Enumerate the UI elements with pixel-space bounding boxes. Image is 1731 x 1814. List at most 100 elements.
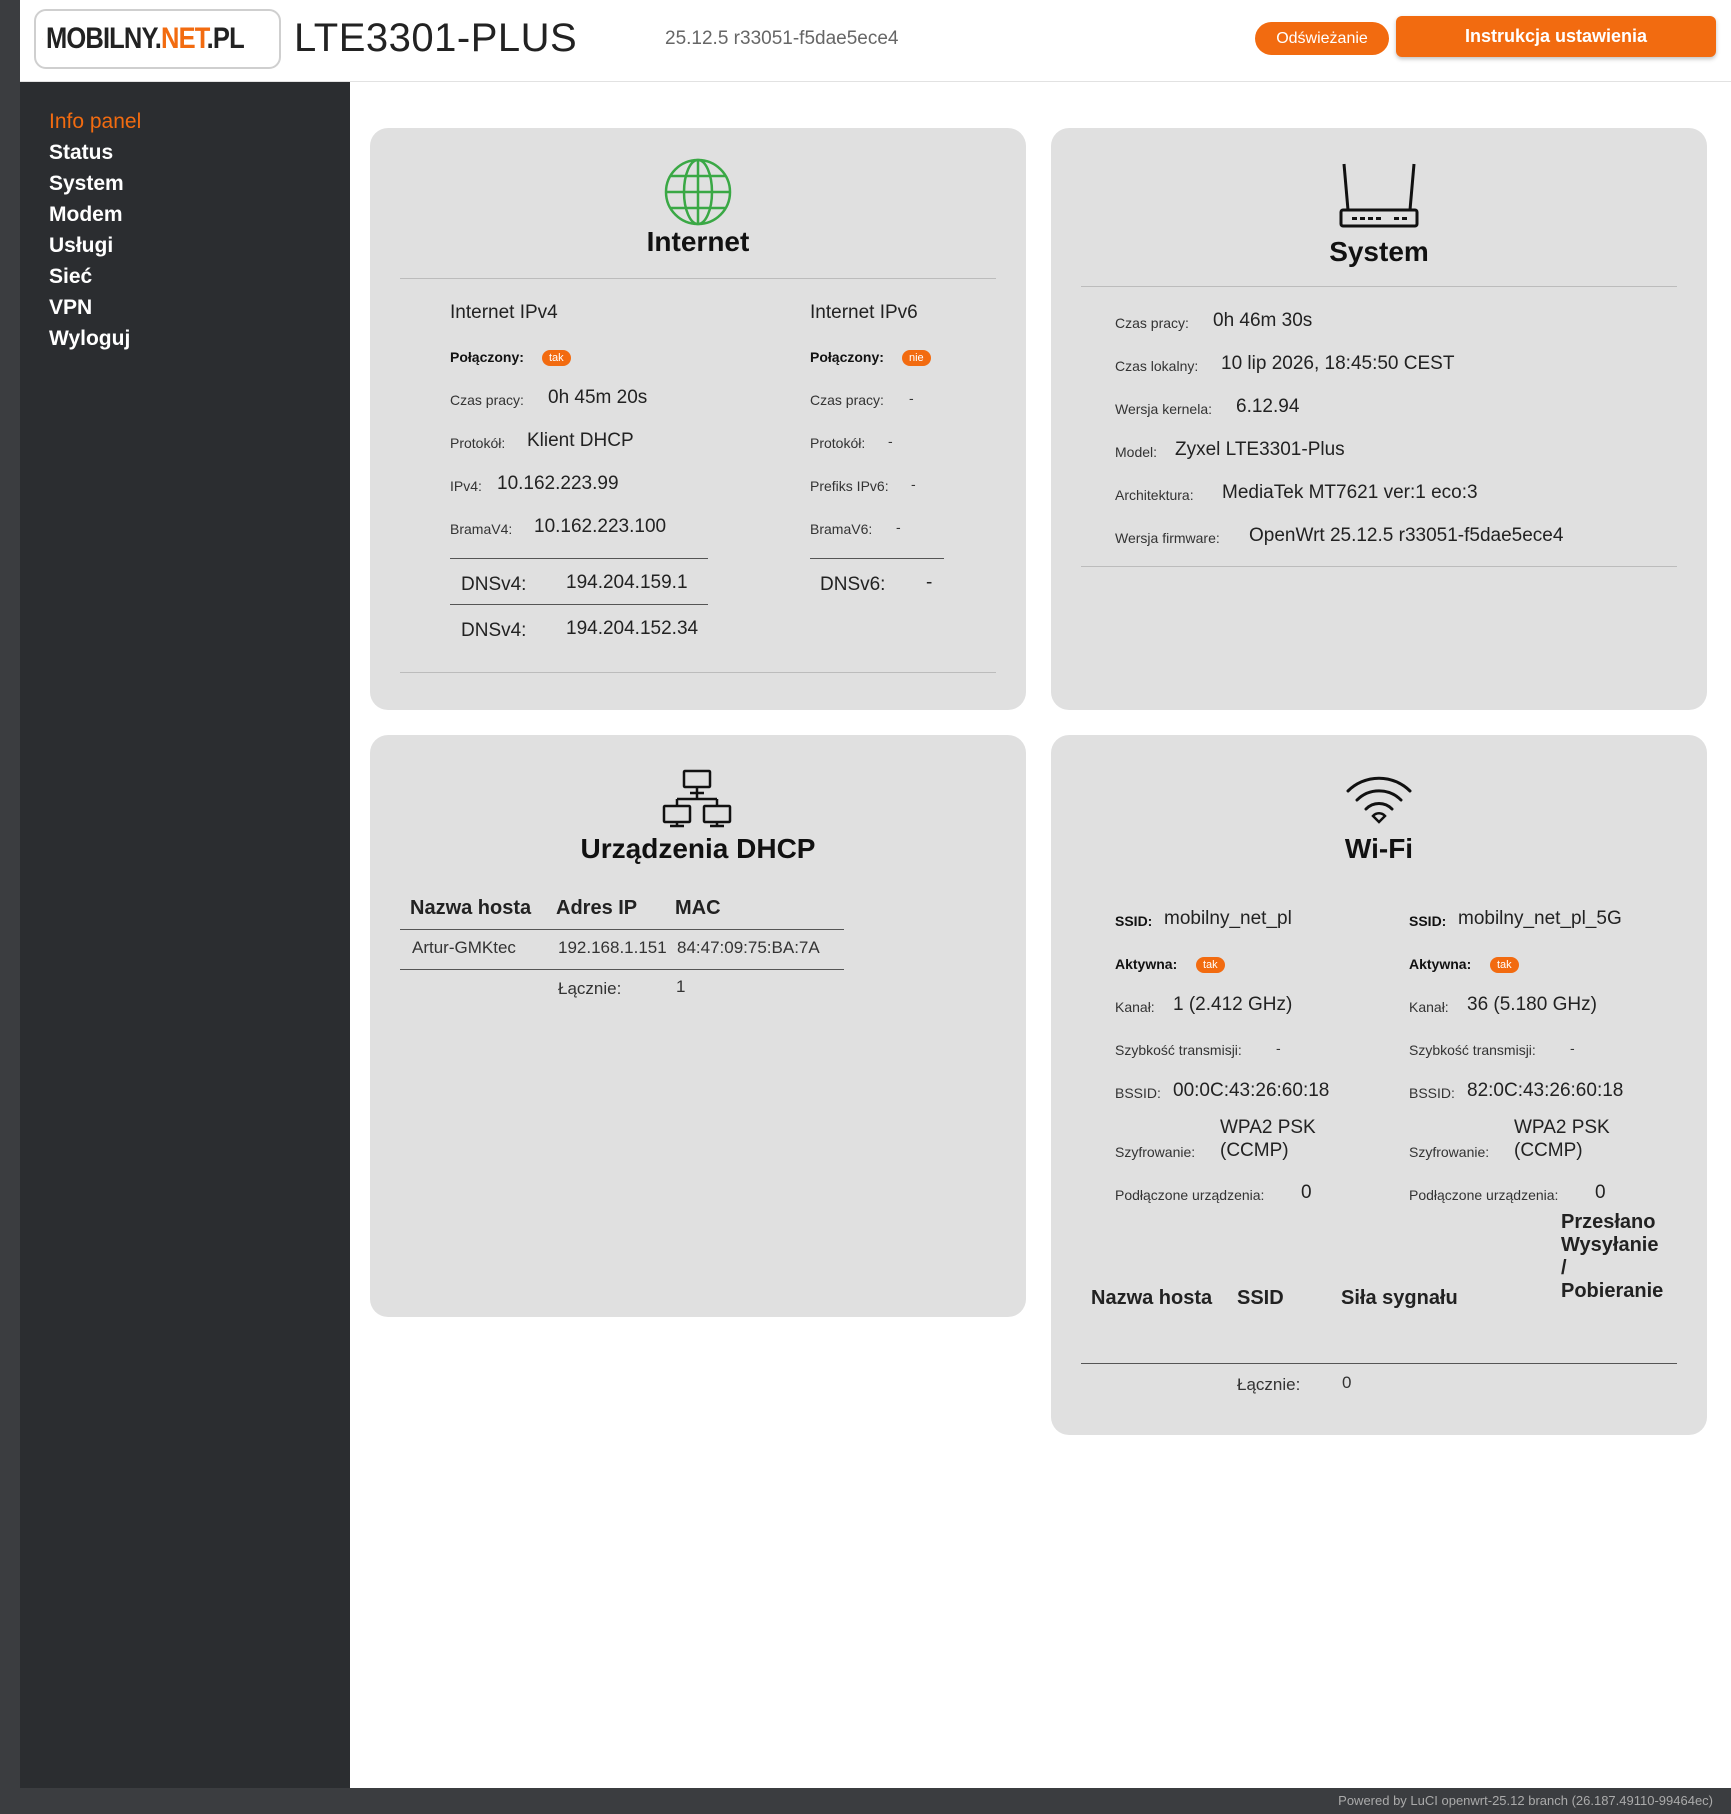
wifi2-enc-label: Szyfrowanie: — [1409, 1144, 1490, 1160]
sidebar-item-system[interactable]: System — [49, 168, 350, 199]
internet-title: Internet — [646, 226, 750, 257]
ipv6-prefix: - — [911, 476, 916, 492]
ipv6-protocol-label: Protokół: — [810, 435, 866, 451]
globe-icon — [664, 158, 732, 226]
sidebar-item-modem[interactable]: Modem — [49, 199, 350, 230]
wifi2-ssid: mobilny_net_pl_5G — [1458, 908, 1622, 929]
sys-model: Zyxel LTE3301-Plus — [1175, 439, 1345, 460]
window-frame — [0, 0, 20, 1814]
header: MOBILNY.NET.PL LTE3301-PLUS 25.12.5 r330… — [20, 0, 1731, 82]
network-icon — [662, 769, 732, 828]
sys-uptime-label: Czas pracy: — [1115, 315, 1189, 331]
wifi1-rate: - — [1276, 1040, 1281, 1056]
sys-arch-label: Architektura: — [1115, 487, 1194, 503]
dns4-secondary: 194.204.152.34 — [566, 618, 699, 639]
ipv4-address: 10.162.223.99 — [497, 473, 619, 494]
refresh-button[interactable]: Odświeżanie — [1255, 22, 1389, 55]
wifi1-enc-label: Szyfrowanie: — [1115, 1144, 1196, 1160]
internet-card: Internet Internet IPv4 Połączony: tak Cz… — [370, 128, 1026, 710]
divider — [450, 604, 708, 605]
divider — [400, 672, 996, 673]
system-title: System — [1329, 236, 1429, 267]
ipv6-uptime: - — [909, 390, 914, 406]
sidebar-item-logout[interactable]: Wyloguj — [49, 323, 350, 354]
sys-localtime: 10 lip 2026, 18:45:50 CEST — [1221, 353, 1455, 374]
wifi2-bssid: 82:0C:43:26:60:18 — [1467, 1080, 1624, 1101]
wifi2-clients: 0 — [1595, 1182, 1606, 1203]
system-card: System Czas pracy: 0h 46m 30s Czas lokal… — [1051, 128, 1707, 710]
device-title: LTE3301-PLUS — [294, 16, 578, 60]
divider — [400, 969, 844, 970]
ipv6-protocol: - — [888, 433, 893, 449]
dns6-label: DNSv6: — [820, 574, 886, 595]
wifi2-ssid-label: SSID: — [1409, 913, 1447, 929]
ipv4-connected-badge: tak — [542, 350, 571, 366]
firmware-version: 25.12.5 r33051-f5dae5ece4 — [665, 28, 899, 49]
wifi-col-transfer-4: Pobieranie — [1561, 1280, 1664, 1302]
sys-kernel-label: Wersja kernela: — [1115, 401, 1213, 417]
dhcp-col-ip: Adres IP — [556, 897, 638, 919]
ipv4-gateway: 10.162.223.100 — [534, 516, 667, 537]
footer: Powered by LuCI openwrt-25.12 branch (26… — [20, 1788, 1731, 1814]
ipv6-connected-label: Połączony: — [810, 349, 884, 365]
wifi-card: Wi-Fi SSID: mobilny_net_pl Aktywna: tak … — [1051, 735, 1707, 1435]
sys-arch: MediaTek MT7621 ver:1 eco:3 — [1222, 482, 1478, 503]
wifi1-rate-label: Szybkość transmisji: — [1115, 1042, 1242, 1058]
wifi1-ssid: mobilny_net_pl — [1164, 908, 1292, 929]
wifi1-active-label: Aktywna: — [1115, 956, 1178, 972]
wifi-col-signal: Siła sygnału — [1341, 1287, 1458, 1309]
wifi-title: Wi-Fi — [1344, 833, 1414, 864]
wifi2-clients-label: Podłączone urządzenia: — [1409, 1187, 1559, 1203]
divider — [400, 278, 996, 279]
sidebar-item-services[interactable]: Usługi — [49, 230, 350, 261]
wifi-col-transfer-2: Wysyłanie — [1561, 1234, 1659, 1256]
sidebar-item-info-panel[interactable]: Info panel — [49, 106, 350, 137]
dhcp-total-label: Łącznie: — [558, 979, 622, 998]
ipv4-uptime: 0h 45m 20s — [548, 387, 648, 408]
divider — [1081, 1363, 1677, 1364]
wifi2-enc-line2: (CCMP) — [1514, 1140, 1583, 1161]
wifi1-bssid-label: BSSID: — [1115, 1085, 1161, 1101]
brand-logo[interactable]: MOBILNY.NET.PL — [34, 9, 281, 69]
wifi-col-ssid: SSID — [1237, 1287, 1284, 1309]
dhcp-ip: 192.168.1.151 — [558, 938, 667, 957]
setup-guide-button[interactable]: Instrukcja ustawienia — [1396, 16, 1716, 57]
wifi1-bssid: 00:0C:43:26:60:18 — [1173, 1080, 1330, 1101]
sidebar-item-status[interactable]: Status — [49, 137, 350, 168]
router-icon — [1339, 163, 1419, 228]
wifi1-channel-label: Kanał: — [1115, 999, 1155, 1015]
sys-uptime: 0h 46m 30s — [1213, 310, 1313, 331]
wifi2-rate-label: Szybkość transmisji: — [1409, 1042, 1536, 1058]
sidebar-item-network[interactable]: Sieć — [49, 261, 350, 292]
wifi2-channel: 36 (5.180 GHz) — [1467, 994, 1597, 1015]
wifi1-clients: 0 — [1301, 1182, 1312, 1203]
dhcp-title: Urządzenia DHCP — [580, 833, 816, 864]
wifi-total-label: Łącznie: — [1237, 1375, 1301, 1394]
divider — [1081, 286, 1677, 287]
dhcp-col-host: Nazwa hosta — [410, 897, 532, 919]
wifi-total: 0 — [1342, 1373, 1352, 1392]
sys-model-label: Model: — [1115, 444, 1158, 460]
brand-name: MOBILNY.NET.PL — [46, 22, 245, 55]
wifi1-enc-line2: (CCMP) — [1220, 1140, 1289, 1161]
wifi1-active-badge: tak — [1196, 957, 1225, 973]
wifi1-ssid-label: SSID: — [1115, 913, 1153, 929]
ipv4-heading: Internet IPv4 — [450, 302, 558, 323]
divider — [1081, 566, 1677, 567]
ipv4-protocol: Klient DHCP — [527, 430, 634, 451]
dns6-value: - — [926, 572, 933, 593]
dhcp-mac: 84:47:09:75:BA:7A — [677, 938, 820, 957]
dns4-label-2: DNSv4: — [461, 620, 527, 641]
ipv6-prefix-label: Prefiks IPv6: — [810, 478, 889, 494]
dhcp-card: Urządzenia DHCP Nazwa hosta Adres IP MAC… — [370, 735, 1026, 1317]
sidebar: Info panel Status System Modem Usługi Si… — [20, 82, 350, 1788]
wifi2-bssid-label: BSSID: — [1409, 1085, 1455, 1101]
ipv6-gateway-label: BramaV6: — [810, 521, 873, 537]
wifi-col-transfer-3: / — [1561, 1257, 1567, 1279]
dns4-label: DNSv4: — [461, 574, 527, 595]
ipv4-gateway-label: BramaV4: — [450, 521, 513, 537]
sidebar-item-vpn[interactable]: VPN — [49, 292, 350, 323]
ipv4-address-label: IPv4: — [450, 478, 482, 494]
ipv6-connected-badge: nie — [902, 350, 931, 366]
footer-text: Powered by LuCI openwrt-25.12 branch (26… — [1338, 1793, 1713, 1808]
